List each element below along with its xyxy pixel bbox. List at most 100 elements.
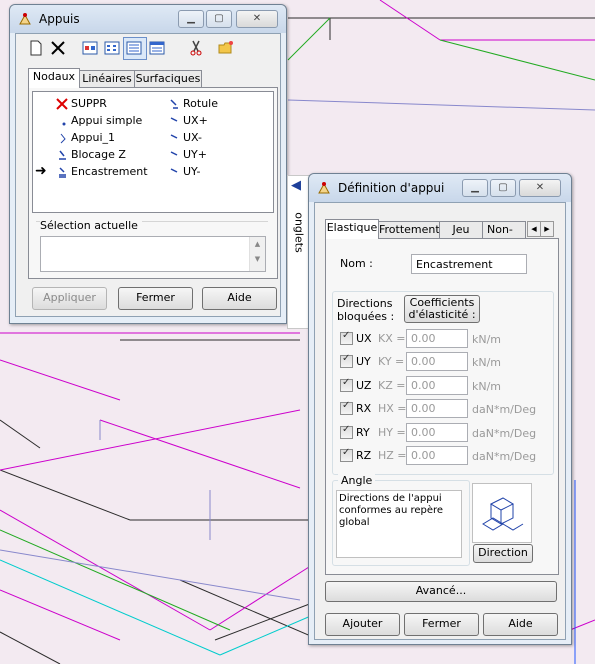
unit-label: kN/m: [472, 380, 502, 393]
list-item[interactable]: SUPPR: [56, 97, 107, 110]
support-icon: [59, 167, 66, 178]
cut-icon[interactable]: [188, 40, 204, 56]
coef-field[interactable]: 0.00: [406, 329, 468, 348]
coef-field[interactable]: 0.00: [406, 446, 468, 465]
support-icon: [62, 122, 66, 126]
minimize-button[interactable]: ▁: [462, 179, 488, 197]
coef-label: KY =: [378, 355, 405, 368]
coefficients-button[interactable]: Coefficients d'élasticité :: [404, 295, 480, 323]
add-button[interactable]: Ajouter: [325, 613, 400, 636]
local-axes-icon: [472, 483, 532, 543]
advanced-button[interactable]: Avancé...: [325, 581, 557, 602]
coef-field[interactable]: 0.00: [406, 376, 468, 395]
list-item[interactable]: Rotule: [170, 97, 218, 110]
tab-scroll-left[interactable]: ◀: [527, 221, 541, 237]
tab-lineaires[interactable]: Linéaires: [79, 70, 135, 88]
list-item[interactable]: Appui_1: [60, 131, 115, 144]
direction-row: ✓ RY HY = 0.00 daN*m/Deg: [326, 423, 556, 443]
new-document-icon[interactable]: [28, 40, 44, 56]
coef-label-2: d'élasticité :: [408, 308, 476, 321]
appuis-titlebar[interactable]: Appuis ▁ ▢ ✕: [10, 5, 286, 33]
unit-label: daN*m/Deg: [472, 450, 537, 463]
direction-checkbox[interactable]: ✓: [340, 447, 353, 462]
direction-checkbox[interactable]: ✓: [340, 400, 353, 415]
list-item[interactable]: ➜ Encastrement: [35, 163, 148, 179]
list-item[interactable]: UY+: [170, 148, 207, 161]
help-button[interactable]: Aide: [202, 287, 277, 310]
selection-label: Sélection actuelle: [40, 219, 142, 232]
direction-row: ✓ RZ HZ = 0.00 daN*m/Deg: [326, 446, 556, 466]
direction-checkbox[interactable]: ✓: [340, 330, 353, 345]
coef-label: KX =: [378, 332, 406, 345]
direction-row: ✓ UX KX = 0.00 kN/m: [326, 329, 556, 349]
list-item[interactable]: Appui simple: [62, 114, 142, 127]
minimize-button[interactable]: ▁: [178, 10, 204, 28]
delete-icon[interactable]: [50, 40, 66, 56]
selection-scrollbar[interactable]: ▲ ▼: [249, 237, 265, 271]
close-button[interactable]: ✕: [236, 10, 278, 28]
definition-body: Elastique Frottement Jeu Non-lin ◀ ▶ Nom…: [314, 202, 566, 640]
view-small-icon[interactable]: [104, 40, 120, 56]
direction-row: ✓ UY KY = 0.00 kN/m: [326, 352, 556, 372]
blocked-label-2: bloquées :: [337, 310, 395, 323]
tab-non-lineaire[interactable]: Non-lin: [482, 221, 526, 238]
tab-frottement[interactable]: Frottement: [378, 221, 440, 239]
appuis-window: Appuis ▁ ▢ ✕ Nodaux Linéaires Surfacique…: [9, 4, 287, 324]
direction-label: RX: [356, 402, 372, 415]
direction-checkbox[interactable]: ✓: [340, 424, 353, 439]
name-field[interactable]: Encastrement: [411, 254, 527, 274]
close-button[interactable]: ✕: [519, 179, 561, 197]
tab-elastique[interactable]: Elastique: [325, 219, 379, 239]
x-mark-icon: [56, 98, 68, 110]
checkmark-icon: ✓: [342, 377, 351, 388]
direction-label: UX: [356, 332, 372, 345]
help-button[interactable]: Aide: [483, 613, 558, 636]
open-folder-icon[interactable]: [218, 40, 234, 56]
direction-label: UZ: [356, 379, 372, 392]
maximize-button[interactable]: ▢: [206, 10, 232, 28]
coef-label: HY =: [378, 426, 406, 439]
view-large-icon[interactable]: [82, 40, 98, 56]
direction-button[interactable]: Direction: [473, 544, 533, 563]
list-item[interactable]: UY-: [170, 165, 200, 178]
tab-surfaciques[interactable]: Surfaciques: [134, 70, 202, 88]
elastique-panel: Nom : Encastrement Directions bloquées :…: [325, 238, 559, 575]
list-item[interactable]: Blocage Z: [59, 148, 126, 161]
selected-arrow-icon: ➜: [35, 163, 47, 179]
checkmark-icon: ✓: [342, 424, 351, 435]
direction-row: ✓ RX HX = 0.00 daN*m/Deg: [326, 399, 556, 419]
tab-scroll-right[interactable]: ▶: [540, 221, 554, 237]
unit-label: kN/m: [472, 333, 502, 346]
definition-titlebar[interactable]: Définition d'appui ▁ ▢ ✕: [309, 174, 571, 202]
coef-field[interactable]: 0.00: [406, 423, 468, 442]
onglets-side-tab[interactable]: ◀ onglets: [287, 175, 310, 329]
name-label: Nom :: [340, 257, 373, 270]
apply-button[interactable]: Appliquer: [32, 287, 107, 310]
view-details-icon[interactable]: [149, 40, 165, 56]
direction-checkbox[interactable]: ✓: [340, 377, 353, 392]
support-list[interactable]: SUPPR Appui simple Appui_1 Blocage Z ➜ E…: [32, 91, 274, 213]
coef-label: HX =: [378, 402, 407, 415]
selection-textbox[interactable]: ▲ ▼: [40, 236, 266, 272]
close-dialog-button[interactable]: Fermer: [404, 613, 479, 636]
support-icon: [170, 151, 178, 156]
list-item[interactable]: UX-: [170, 131, 202, 144]
checkmark-icon: ✓: [342, 353, 351, 364]
tab-jeu[interactable]: Jeu: [439, 221, 483, 239]
onglets-label: onglets: [292, 212, 306, 253]
blocked-label-1: Directions: [337, 297, 393, 310]
appuis-body: Nodaux Linéaires Surfaciques SUPPR Appui…: [15, 33, 281, 317]
coef-field[interactable]: 0.00: [406, 352, 468, 371]
direction-label: RY: [356, 426, 370, 439]
view-list-icon[interactable]: [126, 40, 142, 56]
tab-nodaux[interactable]: Nodaux: [28, 68, 80, 88]
direction-label: UY: [356, 355, 371, 368]
coef-field[interactable]: 0.00: [406, 399, 468, 418]
direction-checkbox[interactable]: ✓: [340, 353, 353, 368]
list-item[interactable]: UX+: [170, 114, 208, 127]
maximize-button[interactable]: ▢: [490, 179, 516, 197]
unit-label: kN/m: [472, 356, 502, 369]
support-icon: [60, 133, 66, 144]
close-dialog-button[interactable]: Fermer: [118, 287, 193, 310]
direction-row: ✓ UZ KZ = 0.00 kN/m: [326, 376, 556, 396]
